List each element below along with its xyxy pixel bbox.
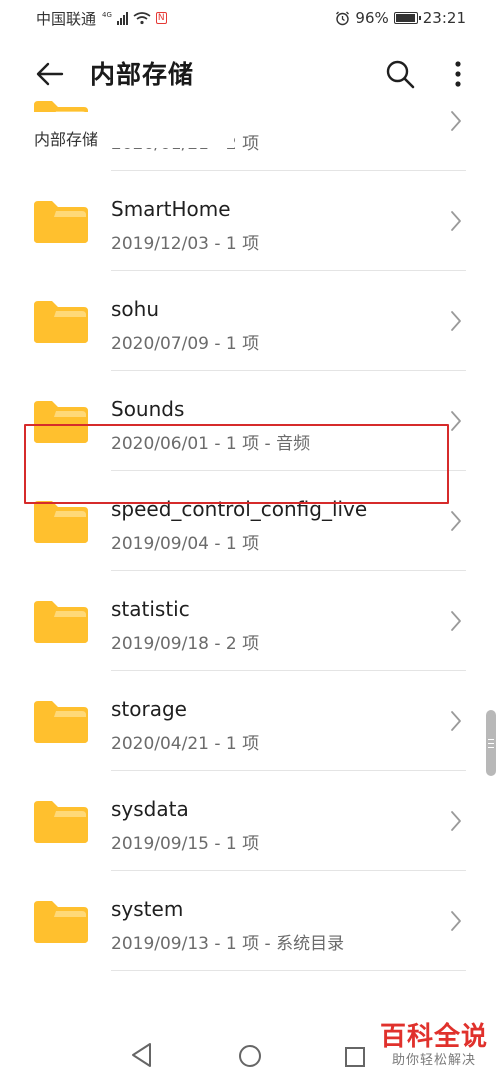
folder-meta: 2020/07/09 - 1 项 [111,334,260,354]
folder-row[interactable]: sysdata 2019/09/15 - 1 项 [0,771,500,871]
folder-name: SmartHome [111,197,231,221]
status-bar: 中国联通 4G N 96% 23:21 [0,0,500,36]
scrollbar-thumb[interactable] [486,710,496,776]
folder-icon [34,201,88,243]
folder-row[interactable]: system 2019/09/13 - 1 项 - 系统目录 [0,871,500,971]
nav-recent-apps-icon[interactable] [344,1046,366,1068]
nfc-icon: N [155,12,167,24]
chevron-right-icon [451,411,461,431]
folder-icon [34,401,88,443]
folder-icon [34,501,88,543]
folder-icon [34,301,88,343]
nav-back-icon[interactable] [130,1042,154,1068]
chevron-right-icon [451,611,461,631]
folder-name: sohu [111,297,160,321]
folder-name: system [111,897,184,921]
folder-name: sysdata [111,797,189,821]
status-left: 中国联通 4G N [36,8,167,29]
nav-home-icon[interactable] [238,1044,262,1068]
alarm-icon [336,11,350,25]
battery-icon [393,12,421,24]
folder-meta: 2019/09/13 - 1 项 - 系统目录 [111,934,345,954]
folder-row[interactable]: speed_control_config_live 2019/09/04 - 1 … [0,471,500,571]
folder-row[interactable]: statistic 2019/09/18 - 2 项 [0,571,500,671]
folder-meta: 2019/09/04 - 1 项 [111,534,260,554]
folder-row[interactable]: Sounds 2020/06/01 - 1 项 - 音频 [0,371,500,471]
network-type: 4G [101,9,112,27]
folder-meta: 2019/12/03 - 1 项 [111,234,260,254]
folder-name: Sounds [111,397,185,421]
folder-meta: 2020/04/21 - 1 项 [111,734,260,754]
status-right: 96% 23:21 [335,9,466,27]
chevron-right-icon [451,311,461,331]
folder-name: statistic [111,597,190,621]
network-label: 4G [102,11,112,19]
folder-icon [34,601,88,643]
carrier-label: 中国联通 [36,9,97,28]
folder-icon [34,801,88,843]
watermark-title: 百科全说 [379,1022,488,1052]
folder-icon [34,701,88,743]
chevron-right-icon [451,711,461,731]
folder-row[interactable]: storage 2020/04/21 - 1 项 [0,671,500,771]
folder-meta: 2019/09/15 - 1 项 [111,834,260,854]
folder-meta: 2019/09/18 - 2 项 [111,634,260,654]
clock: 23:21 [422,9,466,27]
folder-name: storage [111,697,187,721]
chevron-right-icon [451,111,461,131]
chevron-right-icon [451,511,461,531]
chevron-right-icon [451,911,461,931]
wifi-icon [133,12,151,25]
chevron-right-icon [451,211,461,231]
folder-meta: 2020/06/01 - 1 项 - 音频 [111,434,311,454]
battery-level [395,14,415,22]
watermark-logo: 百科全说 助你轻松解决 [376,1022,492,1070]
folder-row[interactable]: sohu 2020/07/09 - 1 项 [0,271,500,371]
folder-name: speed_control_config_live [111,497,368,521]
breadcrumb[interactable]: 内部存储 [34,112,234,149]
folder-icon [34,901,88,943]
watermark-subtitle: 助你轻松解决 [391,1053,476,1068]
battery-percent: 96% [355,9,389,27]
row-divider [111,970,466,971]
folder-row[interactable]: SmartHome 2019/12/03 - 1 项 [0,171,500,271]
folder-list: 2020/01/21 - 2 项SmartHome2019/12/03 - 1 … [0,101,500,1004]
signal-icon [116,11,128,25]
chevron-right-icon [451,811,461,831]
